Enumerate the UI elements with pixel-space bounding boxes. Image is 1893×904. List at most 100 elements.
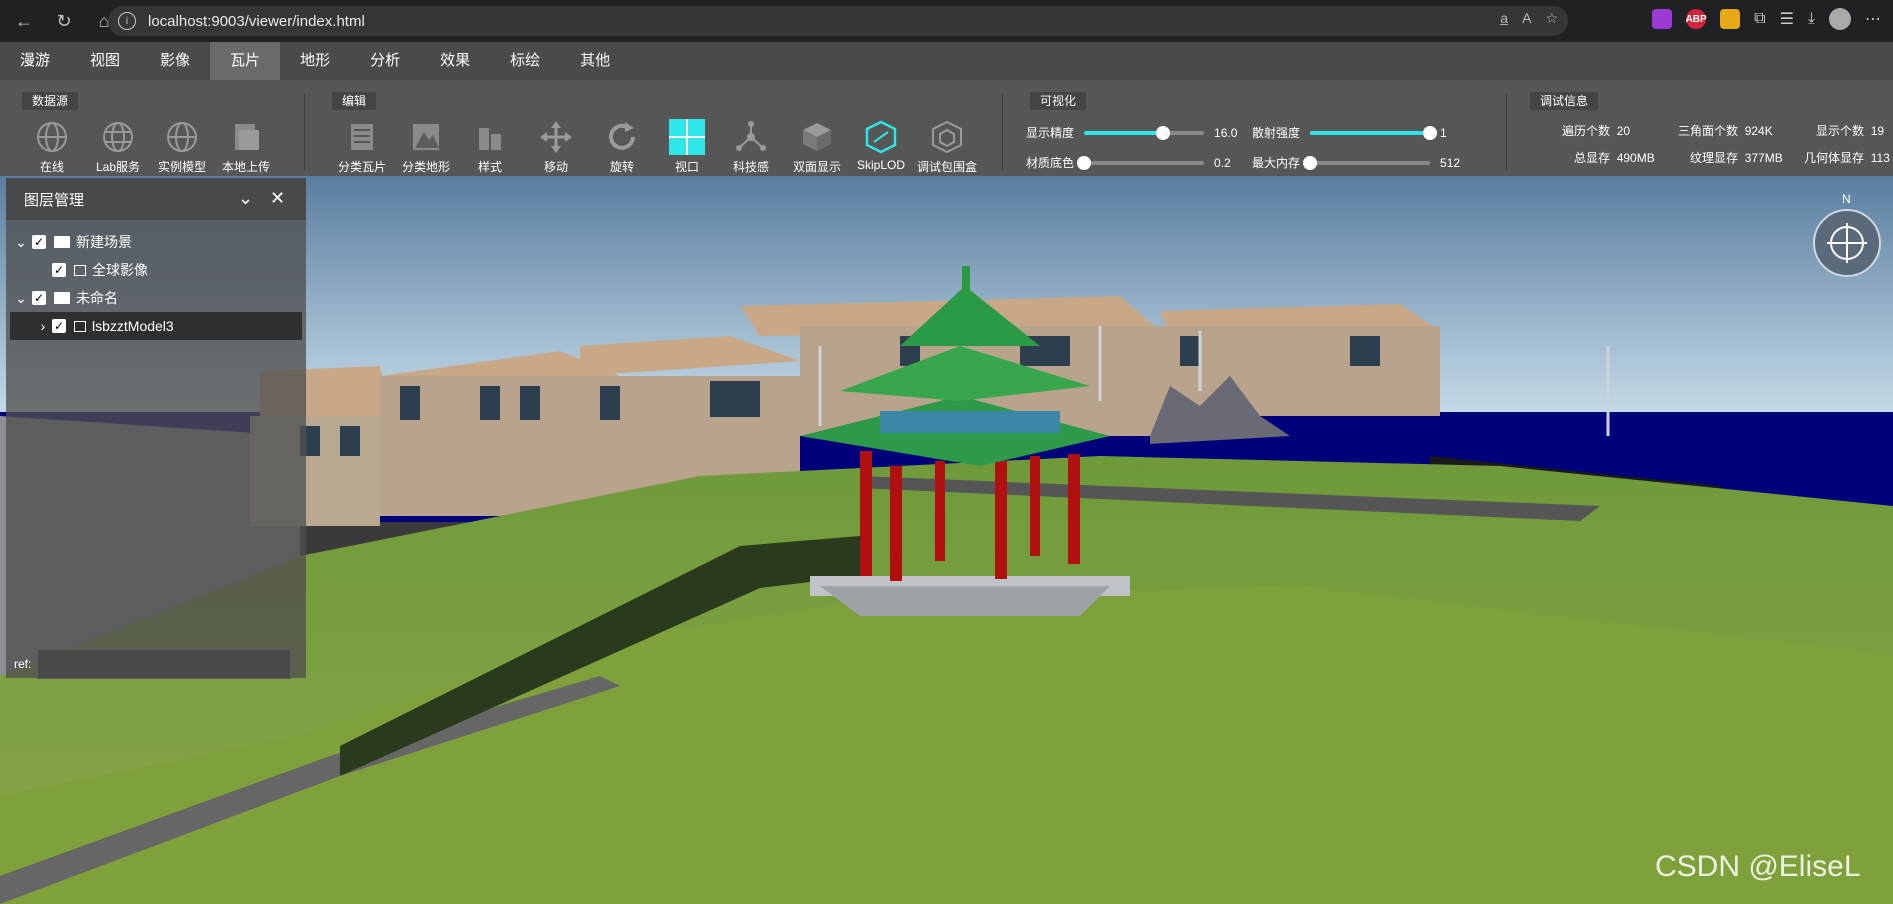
toolbar-separator xyxy=(1506,94,1507,170)
menu-terrain[interactable]: 地形 xyxy=(280,42,350,80)
stat-total-memory: 总显存 490MB xyxy=(1574,149,1655,166)
panel-title: 图层管理 xyxy=(24,191,85,209)
downloads-icon[interactable]: ⤓ xyxy=(1808,10,1815,28)
collapse-chevron-icon[interactable]: ⌄ xyxy=(238,188,253,209)
scatter-strength-control: 散射强度 1 xyxy=(1252,124,1447,141)
bounding-box-icon xyxy=(928,118,966,156)
browser-toolbar: ← ↻ ⌂ i localhost:9003/viewer/index.html… xyxy=(0,0,1893,42)
tree-item-new-scene[interactable]: ⌄ ✓ 新建场景 xyxy=(10,228,302,256)
expand-chevron-icon[interactable]: ⌄ xyxy=(10,234,32,251)
tool-tech-style[interactable]: 科技感 xyxy=(719,118,783,175)
address-bar[interactable]: i localhost:9003/viewer/index.html a̲ A … xyxy=(108,6,1568,36)
display-precision-label: 显示精度 xyxy=(1026,126,1075,140)
folder-upload-icon xyxy=(227,118,265,156)
ribbon-toolbar: 数据源 在线 Lab服务 实例模型 本地上传 编辑 分类瓦片 分类地形 样式 移… xyxy=(0,80,1893,178)
layer-manager-panel: 图层管理 ⌄ ✕ ⌄ ✓ 新建场景 ✓ 全球影像 ⌄ ✓ 未命名 › ✓ lsb… xyxy=(6,178,306,679)
layer-checkbox[interactable]: ✓ xyxy=(52,263,66,277)
back-icon[interactable]: ← xyxy=(8,5,40,37)
tool-skiplod-label: SkipLOD xyxy=(856,158,906,172)
site-info-icon[interactable]: i xyxy=(118,12,136,30)
menu-other[interactable]: 其他 xyxy=(560,42,630,80)
close-icon[interactable]: ✕ xyxy=(270,188,285,209)
scatter-strength-value: 1 xyxy=(1440,125,1447,140)
scatter-strength-slider[interactable] xyxy=(1310,125,1438,140)
slider-knob[interactable] xyxy=(1423,125,1438,140)
reload-icon[interactable]: ↻ xyxy=(48,5,80,37)
translate-icon[interactable]: a̲ xyxy=(1500,10,1508,27)
tool-online-label: 在线 xyxy=(39,160,64,174)
tool-instance-model[interactable]: 实例模型 xyxy=(150,118,214,175)
compass-navigator[interactable]: N xyxy=(1812,192,1882,278)
tool-local-upload-label: 本地上传 xyxy=(221,160,270,174)
tool-skiplod[interactable]: SkipLOD xyxy=(849,118,913,172)
group-debug-label: 调试信息 xyxy=(1530,92,1599,110)
menu-view[interactable]: 视图 xyxy=(70,42,140,80)
expand-chevron-right-icon[interactable]: › xyxy=(34,318,52,334)
tool-double-sided-label: 双面显示 xyxy=(792,160,841,174)
toolbar-separator xyxy=(1002,94,1003,170)
tree-item-unnamed[interactable]: ⌄ ✓ 未命名 xyxy=(10,284,302,312)
tool-viewport-label: 视口 xyxy=(674,160,699,174)
favorite-star-icon[interactable]: ☆ xyxy=(1545,10,1558,27)
tool-rotate[interactable]: 旋转 xyxy=(590,118,654,175)
layer-checkbox[interactable]: ✓ xyxy=(32,291,46,305)
menu-roam[interactable]: 漫游 xyxy=(0,42,70,80)
rotate-icon xyxy=(603,118,641,156)
menu-effects[interactable]: 效果 xyxy=(420,42,490,80)
menu-imagery[interactable]: 影像 xyxy=(140,42,210,80)
tool-online[interactable]: 在线 xyxy=(20,118,84,175)
slider-knob[interactable] xyxy=(1156,125,1171,140)
toolbar-separator xyxy=(304,94,305,170)
globe-icon xyxy=(33,118,71,156)
viewport-grid-icon xyxy=(668,118,706,156)
nodes-icon xyxy=(732,118,770,156)
stat-label: 总显存 xyxy=(1574,151,1611,165)
tool-viewport[interactable]: 视口 xyxy=(655,118,719,175)
stat-value: 377MB xyxy=(1744,151,1783,165)
classify-tiles-icon xyxy=(343,118,381,156)
menu-plotting[interactable]: 标绘 xyxy=(490,42,560,80)
slider-knob[interactable] xyxy=(1303,155,1318,170)
compass-icon[interactable] xyxy=(1812,208,1882,278)
tree-item-model[interactable]: › ✓ lsbzztModel3 xyxy=(10,312,302,340)
tool-classify-terrain[interactable]: 分类地形 xyxy=(394,118,458,175)
tree-item-global-imagery[interactable]: ✓ 全球影像 xyxy=(10,256,302,284)
adblock-icon[interactable]: ABP xyxy=(1686,9,1707,29)
tool-tech-style-label: 科技感 xyxy=(732,160,769,174)
extensions-puzzle-icon[interactable]: ⧉ xyxy=(1754,10,1765,28)
panel-header: 图层管理 ⌄ ✕ xyxy=(6,178,306,220)
menu-analysis[interactable]: 分析 xyxy=(350,42,420,80)
tool-debug-bbox[interactable]: 调试包围盒 xyxy=(915,118,979,175)
material-base-slider[interactable] xyxy=(1077,155,1205,170)
max-memory-control: 最大内存 512 xyxy=(1252,154,1460,171)
max-memory-slider[interactable] xyxy=(1303,155,1431,170)
ref-input[interactable] xyxy=(37,649,292,679)
image-layer-icon xyxy=(74,264,86,276)
slider-knob[interactable] xyxy=(1077,155,1092,170)
scatter-strength-label: 散射强度 xyxy=(1252,126,1301,140)
layer-checkbox[interactable]: ✓ xyxy=(32,235,46,249)
tool-double-sided[interactable]: 双面显示 xyxy=(785,118,849,175)
favorites-icon[interactable]: ☰ xyxy=(1780,9,1794,29)
tool-classify-tiles[interactable]: 分类瓦片 xyxy=(330,118,394,175)
profile-avatar[interactable] xyxy=(1829,8,1851,30)
max-memory-value: 512 xyxy=(1440,155,1461,170)
menu-tiles[interactable]: 瓦片 xyxy=(210,42,281,80)
ref-row: ref: xyxy=(14,649,292,679)
model-layer-icon xyxy=(74,320,86,332)
layer-checkbox[interactable]: ✓ xyxy=(52,319,66,333)
read-aloud-icon[interactable]: A xyxy=(1522,10,1531,27)
extension-a-icon[interactable] xyxy=(1652,9,1673,29)
tool-move[interactable]: 移动 xyxy=(524,118,588,175)
globe-model-icon xyxy=(163,118,201,156)
expand-chevron-icon[interactable]: ⌄ xyxy=(10,290,32,307)
stat-value: 924K xyxy=(1744,124,1773,138)
tool-local-upload[interactable]: 本地上传 xyxy=(214,118,278,175)
display-precision-slider[interactable] xyxy=(1084,125,1205,140)
tool-lab-service[interactable]: Lab服务 xyxy=(86,118,150,175)
extension-b-icon[interactable] xyxy=(1720,9,1741,29)
tool-rotate-label: 旋转 xyxy=(609,160,634,174)
more-icon[interactable]: ⋯ xyxy=(1865,9,1881,29)
layers-cube-icon xyxy=(798,118,836,156)
tool-style[interactable]: 样式 xyxy=(458,118,522,175)
